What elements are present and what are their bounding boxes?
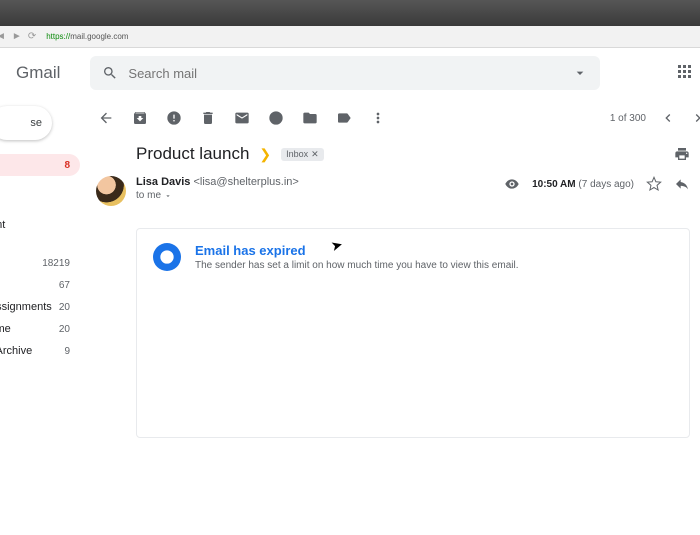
spam-icon[interactable] (166, 110, 182, 126)
message-subject: Product launch (136, 144, 249, 164)
move-to-icon[interactable] (302, 110, 318, 126)
back-icon[interactable] (98, 110, 114, 126)
recipient-line[interactable]: to me (136, 190, 494, 201)
sender-name: Lisa Davis (136, 176, 190, 188)
inbox-chip[interactable]: Inbox ✕ (281, 148, 324, 161)
sidebar-label[interactable]: s67 (0, 274, 80, 296)
url-host: mail.google.com (70, 32, 128, 41)
inbox-count: 8 (64, 160, 70, 171)
mark-unread-icon[interactable] (234, 110, 250, 126)
clock-badge-icon (153, 243, 181, 271)
app-header: Gmail (0, 48, 700, 98)
labels-icon[interactable] (336, 110, 352, 126)
apps-grid-icon[interactable] (678, 65, 694, 81)
address-bar[interactable]: https://mail.google.com (46, 32, 128, 41)
expired-title: Email has expired (195, 243, 518, 258)
message-time: 10:50 AM (7 days ago) (532, 179, 634, 190)
chip-remove-icon[interactable]: ✕ (311, 149, 319, 160)
sidebar: se 8 d ant 18219 s67 as (0, 98, 80, 535)
main-pane: 1 of 300 Product launch ❯ Inbox ✕ (80, 98, 700, 535)
sidebar-label[interactable]: 18219 (0, 252, 80, 274)
compose-button[interactable]: se (0, 106, 52, 140)
tab-reload-icon[interactable]: ⟳ (28, 31, 36, 42)
search-bar[interactable] (90, 56, 600, 90)
next-icon[interactable] (690, 110, 700, 126)
message-toolbar: 1 of 300 (80, 98, 700, 138)
more-icon[interactable] (370, 110, 386, 126)
archive-icon[interactable] (132, 110, 148, 126)
pager-text: 1 of 300 (610, 113, 646, 124)
delete-icon[interactable] (200, 110, 216, 126)
tab-forward-icon[interactable]: ► (12, 31, 22, 42)
url-protocol: https:// (46, 32, 70, 41)
sidebar-item[interactable]: d (0, 192, 80, 214)
search-icon (102, 65, 118, 81)
reply-icon[interactable] (674, 176, 690, 192)
sender-avatar (96, 176, 126, 206)
chevron-down-icon (164, 192, 172, 200)
sidebar-label[interactable]: assignments20 (0, 296, 80, 318)
sidebar-item[interactable]: ant (0, 214, 80, 236)
gmail-logo: Gmail (16, 63, 60, 83)
confidential-icon (504, 176, 520, 192)
browser-tabstrip: ◄ ► ⟳ https://mail.google.com (0, 26, 700, 48)
expired-description: The sender has set a limit on how much t… (195, 260, 518, 271)
search-input[interactable] (128, 66, 562, 81)
print-icon[interactable] (674, 146, 690, 162)
sidebar-label[interactable]: t Archive9 (0, 340, 80, 362)
important-marker-icon[interactable]: ❯ (259, 146, 271, 163)
star-icon[interactable] (646, 176, 662, 192)
sender-email: <lisa@shelterplus.in> (193, 176, 298, 188)
sidebar-label[interactable]: cme20 (0, 318, 80, 340)
expired-notice: Email has expired The sender has set a l… (136, 228, 690, 438)
window-titlebar (0, 0, 700, 26)
search-options-icon[interactable] (572, 65, 588, 81)
snooze-icon[interactable] (268, 110, 284, 126)
prev-icon[interactable] (660, 110, 676, 126)
tab-back-icon[interactable]: ◄ (0, 31, 6, 42)
sidebar-item-inbox[interactable]: 8 (0, 154, 80, 176)
